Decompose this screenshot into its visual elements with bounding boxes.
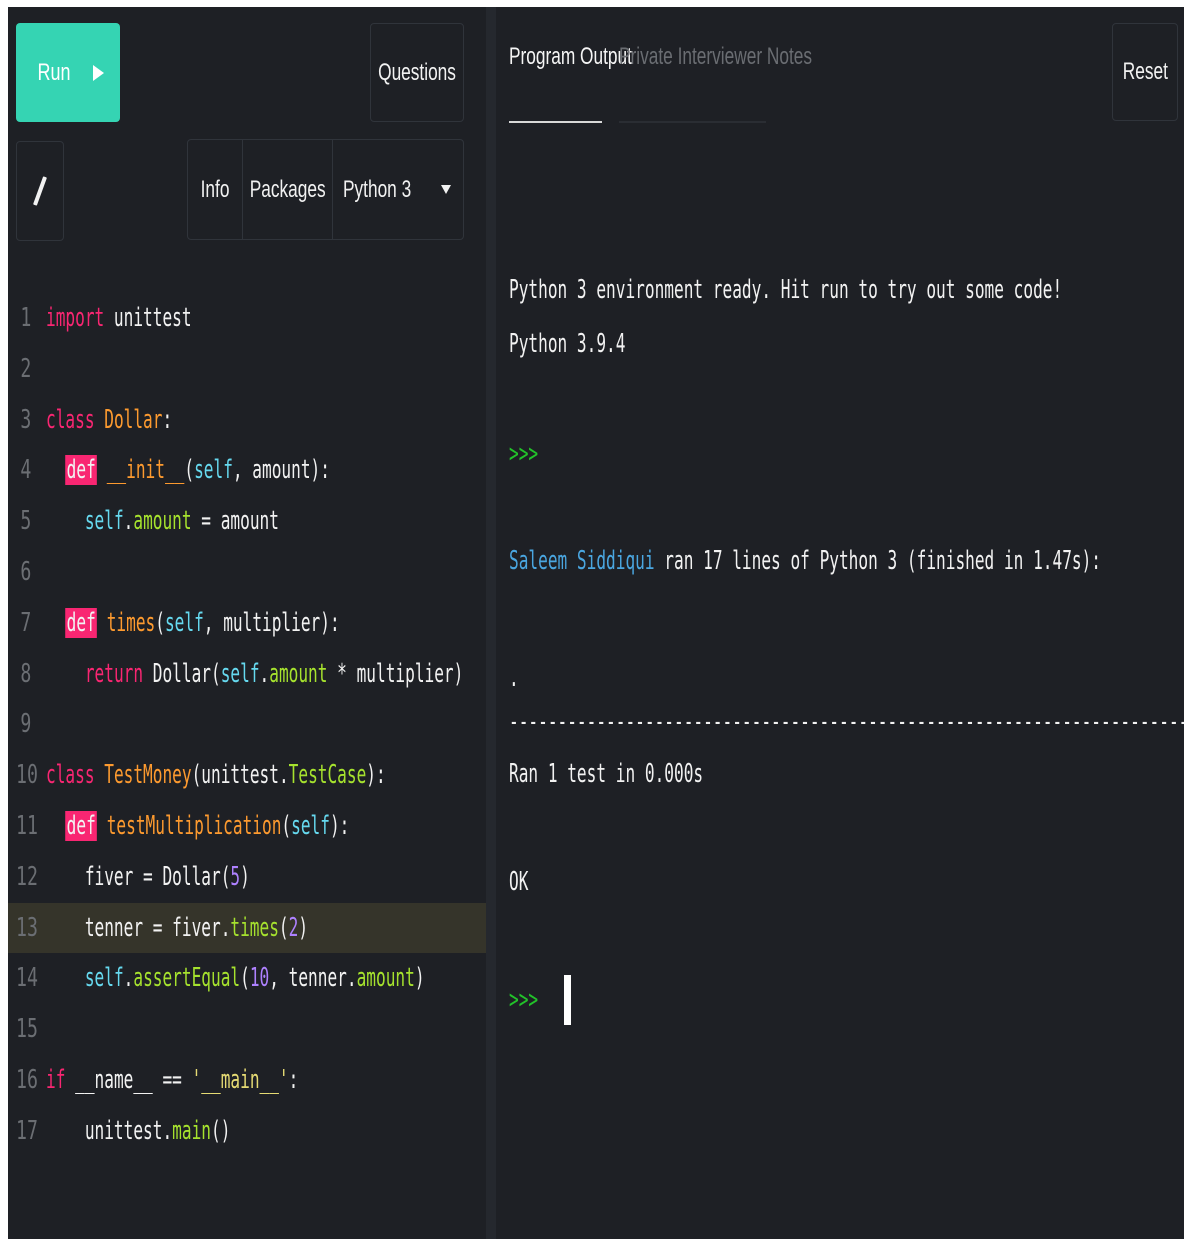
line-number: 12 (16, 861, 38, 892)
line-number: 5 (20, 506, 32, 537)
line-number: 9 (20, 709, 32, 740)
run-button[interactable]: Run (16, 23, 120, 122)
text-cursor (563, 975, 571, 1025)
reset-button-label: Reset (1122, 58, 1168, 85)
code-text: def testMultiplication(self): (65, 810, 350, 841)
line-number: 1 (20, 303, 32, 333)
pane-divider[interactable] (486, 7, 496, 1239)
line-number: 16 (16, 1064, 38, 1095)
code-text: class TestMoney(unittest.TestCase): (46, 760, 386, 791)
code-text: tenner = fiver.times(2) (46, 912, 309, 943)
code-line: 7 def times(self, multiplier): (8, 598, 486, 649)
play-icon (92, 64, 104, 81)
console-dot-line: . (509, 663, 519, 693)
line-number: 10 (16, 760, 38, 791)
code-text: unittest.main() (46, 1115, 231, 1146)
code-line: 2 (8, 344, 486, 395)
console-separator: ----------------------------------------… (509, 707, 1184, 737)
code-line: 14 self.assertEqual(10, tenner.amount) (8, 953, 486, 1004)
line-number: 7 (20, 607, 32, 638)
language-select[interactable]: Python 3 (333, 140, 463, 239)
line-number: 11 (16, 810, 38, 841)
editor-toolbar: Info Packages Python 3 (187, 139, 464, 240)
code-line: 6 (8, 547, 486, 598)
pencil-icon (32, 176, 48, 206)
console-ok-line: OK (509, 867, 529, 897)
code-text: self.amount = amount (84, 506, 279, 537)
questions-button[interactable]: Questions (370, 23, 464, 122)
code-text: return Dollar(self.amount * multiplier) (84, 658, 464, 689)
code-text: def __init__(self, amount): (65, 455, 330, 486)
tab-program-output-label: Program Output (509, 43, 632, 70)
console-run-summary: Saleem Siddiqui ran 17 lines of Python 3… (509, 546, 1184, 576)
line-number: 3 (20, 404, 32, 435)
editor-pane: Run Questions Info Packages Python 3 1 im… (8, 7, 486, 1239)
code-text: self.assertEqual(10, tenner.amount) (84, 963, 425, 994)
info-button-label: Info (200, 175, 230, 203)
code-line: 3 class Dollar: (8, 395, 486, 446)
line-number: 13 (16, 912, 38, 943)
code-line: 11 def testMultiplication(self): (8, 801, 486, 852)
code-text: def times(self, multiplier): (65, 607, 340, 638)
line-number: 14 (16, 963, 38, 994)
output-pane: Program Output Private Interviewer Notes… (496, 7, 1184, 1239)
code-text: if __name__ == '__main__': (46, 1064, 299, 1095)
line-number: 6 (20, 556, 32, 587)
code-line: 4 def __init__(self, amount): (8, 445, 486, 496)
packages-button[interactable]: Packages (243, 140, 333, 239)
reset-button[interactable]: Reset (1112, 23, 1178, 121)
tab-program-output[interactable]: Program Output (509, 43, 632, 123)
console-user-name: Saleem Siddiqui (509, 546, 655, 576)
console-prompt: >>> (509, 439, 539, 469)
code-line: 10 class TestMoney(unittest.TestCase): (8, 750, 486, 801)
tab-interviewer-notes[interactable]: Private Interviewer Notes (619, 43, 812, 123)
code-line: 17 unittest.main() (8, 1106, 486, 1157)
code-line: 12 fiver = Dollar(5) (8, 852, 486, 903)
line-number: 15 (16, 1014, 38, 1045)
line-number: 17 (16, 1115, 38, 1146)
code-line: 9 (8, 699, 486, 750)
code-text: fiver = Dollar(5) (46, 861, 250, 892)
packages-button-label: Packages (249, 175, 326, 203)
tab-interviewer-notes-label: Private Interviewer Notes (619, 43, 813, 70)
code-line: 5 self.amount = amount (8, 496, 486, 547)
caret-down-icon (441, 185, 451, 194)
run-button-label: Run (37, 58, 72, 86)
app-window: Run Questions Info Packages Python 3 1 im… (8, 7, 1184, 1239)
language-select-value: Python 3 (343, 175, 412, 203)
code-line: 8 return Dollar(self.amount * multiplier… (8, 649, 486, 700)
code-text: class Dollar: (46, 404, 173, 435)
console-input-line[interactable]: >>> (509, 975, 571, 1025)
code-editor[interactable]: 1 import unittest 2 3 class Dollar: 4 def … (8, 293, 486, 1157)
console-input-prompt: >>> (509, 984, 539, 1015)
console-version-line: Python 3.9.4 (509, 329, 626, 359)
code-text: import unittest (46, 303, 192, 333)
info-button[interactable]: Info (188, 140, 243, 239)
code-line: 1 import unittest (8, 293, 486, 344)
code-line: 16 if __name__ == '__main__': (8, 1055, 486, 1106)
edit-button[interactable] (16, 141, 64, 241)
console-run-summary-text: ran 17 lines of Python 3 (finished in 1.… (654, 546, 1102, 576)
questions-button-label: Questions (378, 58, 456, 86)
console-ran-line: Ran 1 test in 0.000s (509, 759, 704, 789)
console-ready-line: Python 3 environment ready. Hit run to t… (509, 275, 1063, 305)
code-line: 15 (8, 1004, 486, 1055)
code-line-highlighted: 13 tenner = fiver.times(2) (8, 902, 486, 954)
line-number: 8 (20, 658, 32, 689)
line-number: 2 (20, 353, 32, 384)
line-number: 4 (20, 455, 32, 486)
